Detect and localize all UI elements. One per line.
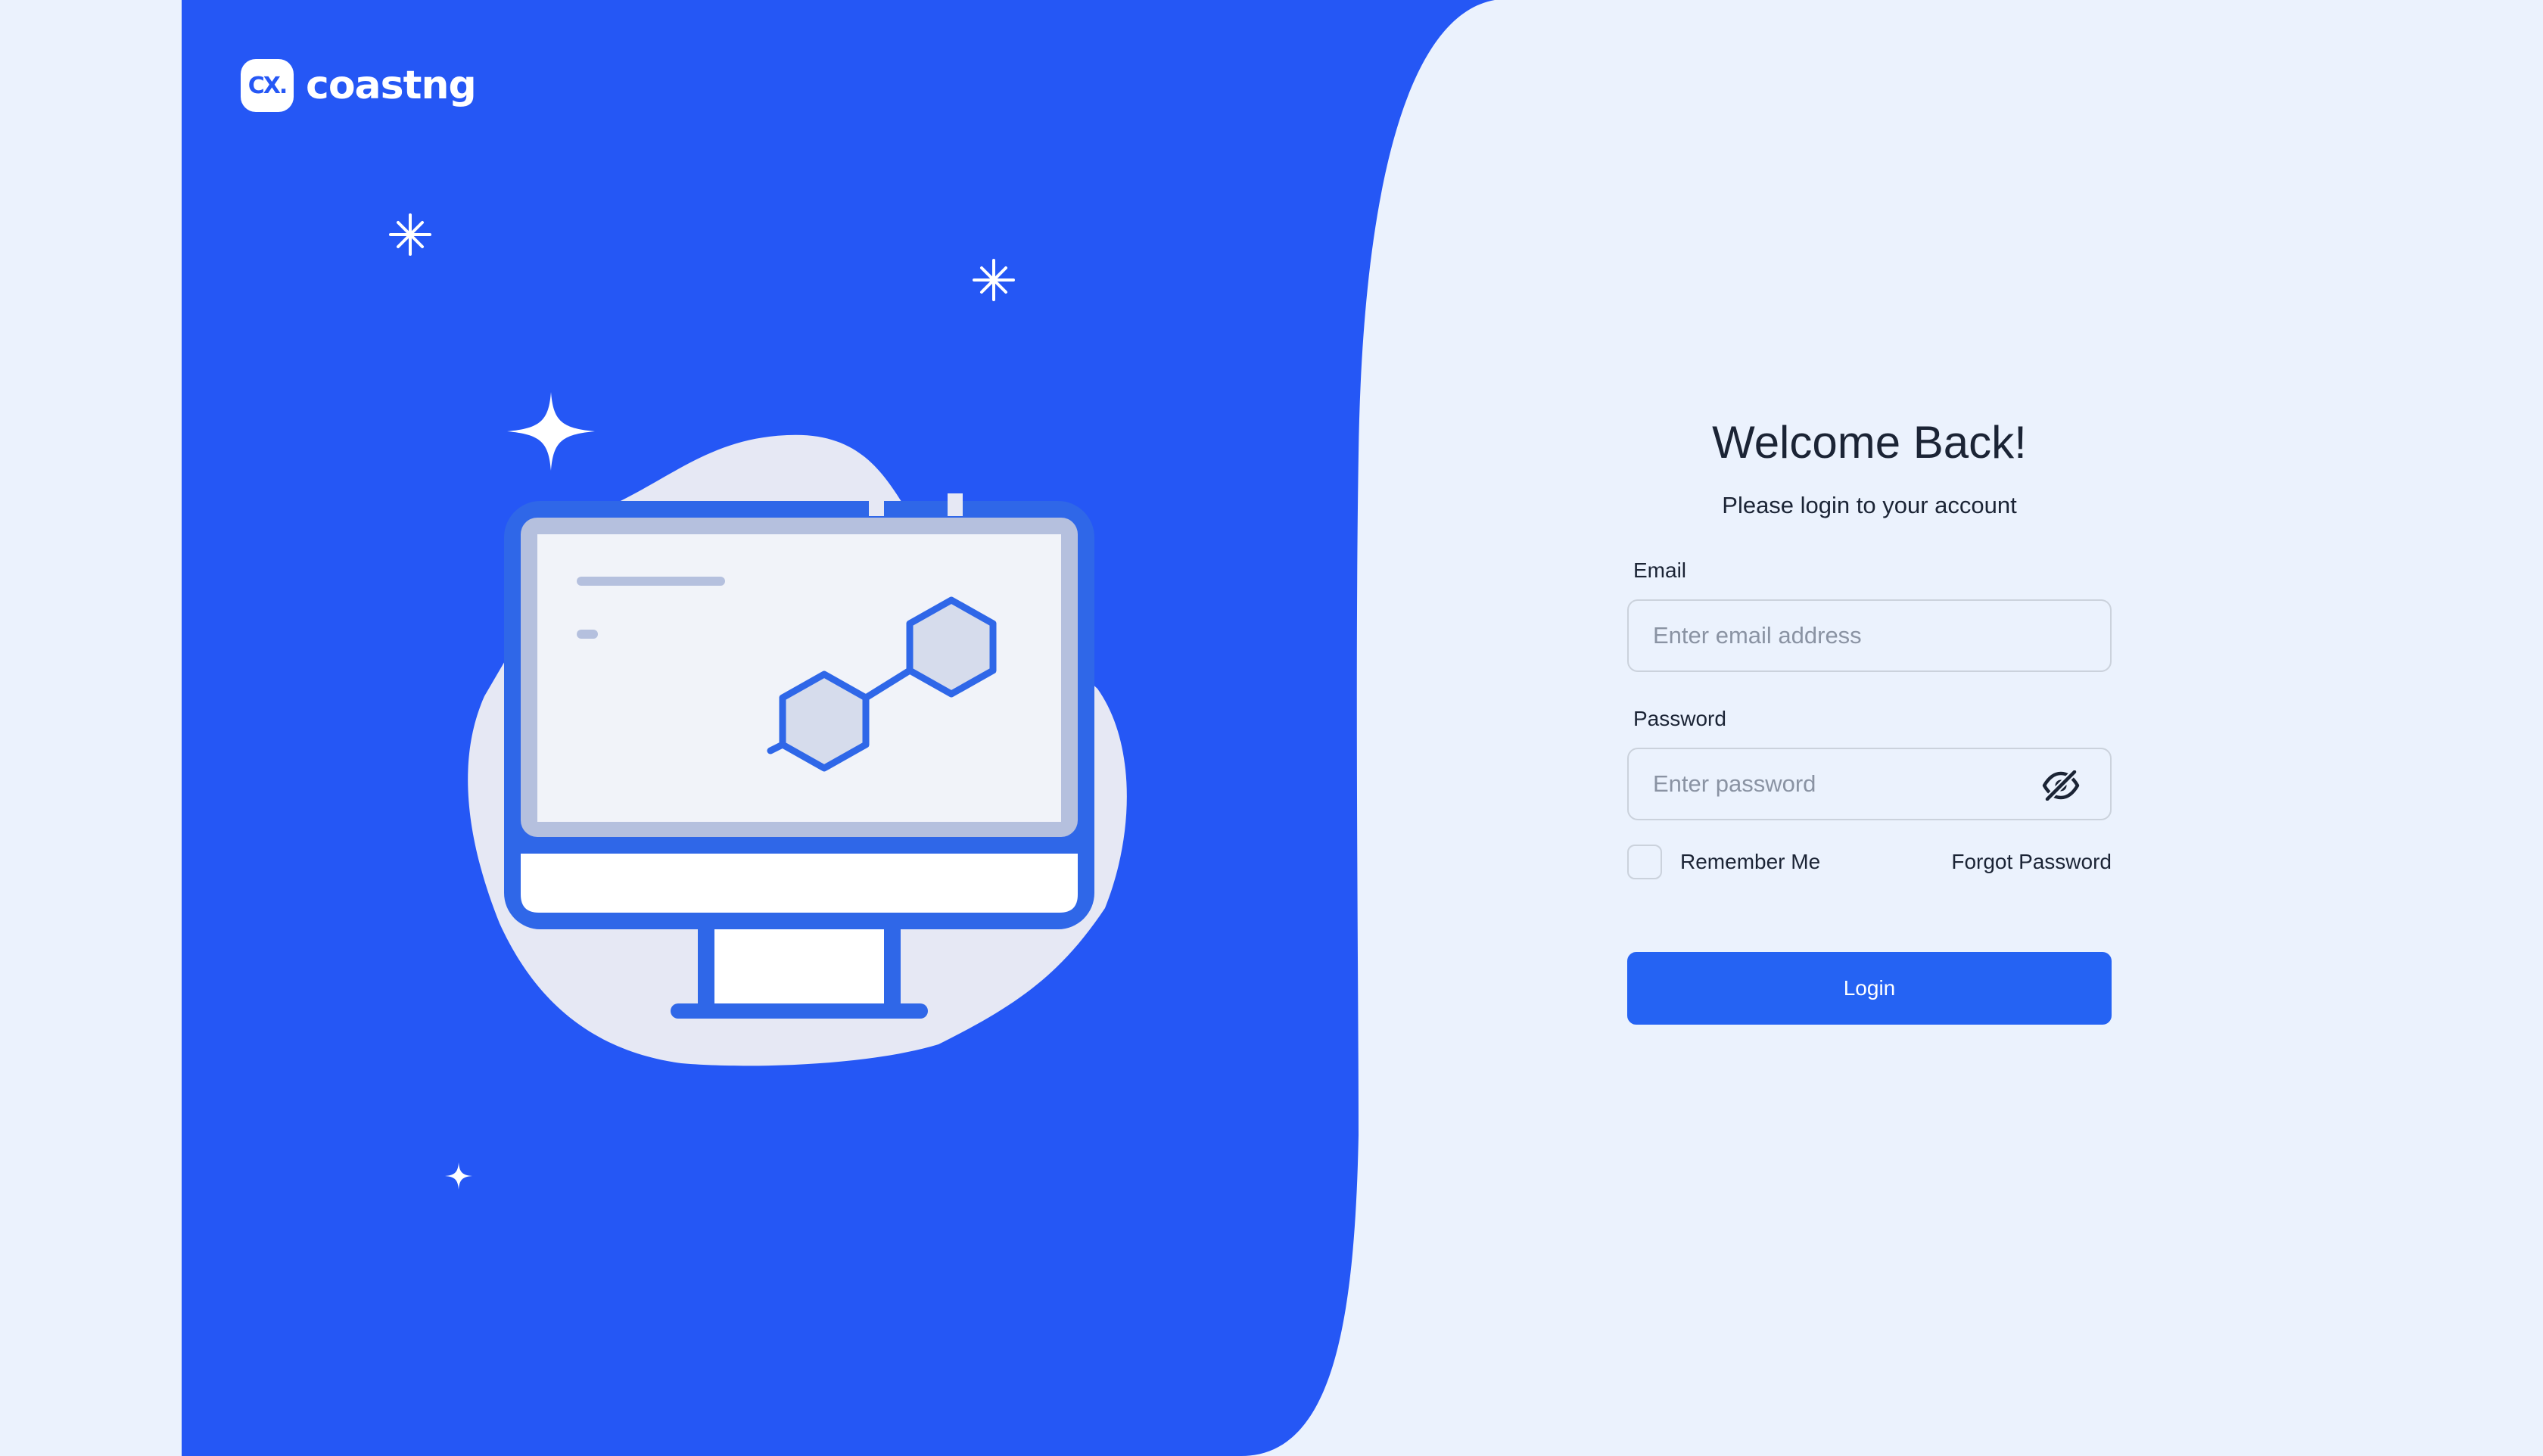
password-label: Password [1633,707,1726,730]
page-title: Welcome Back! [1712,417,2027,468]
eye-off-icon[interactable] [2042,770,2080,801]
left-panel: CX. coastng [0,0,2543,1456]
sparkle-icon [389,213,431,256]
login-form: Welcome Back! Please login to your accou… [1627,409,2112,1025]
sparkle-icon [973,259,1015,301]
login-options-row: Remember Me Forgot Password [1627,843,2112,881]
sparkle-icon [445,1162,472,1190]
brand-logo: CX. coastng [241,59,477,112]
password-field-wrapper [1627,748,2112,820]
password-field[interactable] [1629,749,2110,819]
forgot-password-link[interactable]: Forgot Password [1951,850,2112,874]
logo-wordmark: coastng [306,63,477,108]
blue-panel-background [182,0,1495,1456]
remember-me-toggle[interactable]: Remember Me [1627,845,1820,879]
logo-badge: CX. [241,59,294,112]
login-button[interactable]: Login [1627,952,2112,1025]
remember-me-label: Remember Me [1680,850,1821,873]
monitor-illustration [468,434,1127,1066]
remember-me-checkbox[interactable] [1627,845,1662,879]
email-field[interactable] [1629,601,2110,670]
email-field-wrapper [1627,599,2112,672]
page-subtitle: Please login to your account [1722,492,2017,518]
email-label: Email [1633,558,1687,582]
